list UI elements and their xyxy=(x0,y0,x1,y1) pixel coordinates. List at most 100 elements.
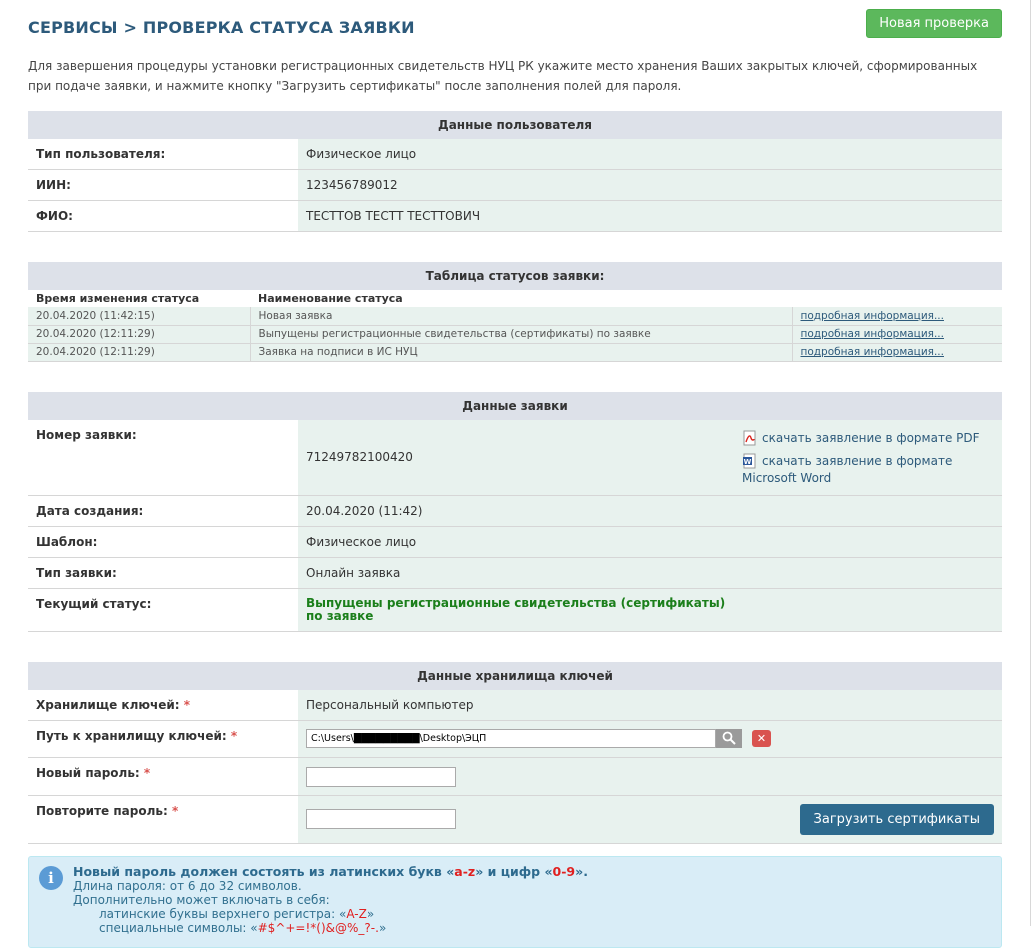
request-data-table: Данные заявки Номер заявки: 712497821004… xyxy=(28,391,1002,632)
col-header-time: Время изменения статуса xyxy=(28,290,250,307)
required-mark: * xyxy=(171,803,179,818)
info-line-2: Длина пароля: от 6 до 32 символов. xyxy=(73,878,302,893)
user-data-table: Данные пользователя Тип пользователя: Фи… xyxy=(28,111,1002,232)
download-word-link[interactable]: W скачать заявление в формате Microsoft … xyxy=(742,453,994,487)
status-detail-link[interactable]: подробная информация... xyxy=(801,310,944,322)
pdf-icon xyxy=(743,430,756,446)
keystore-table: Данные хранилища ключей Хранилище ключей… xyxy=(28,661,1002,844)
keystore-title: Данные хранилища ключей xyxy=(28,661,1002,690)
status-detail-cell: подробная информация... xyxy=(792,343,1002,362)
info-text: Новый пароль должен состоять из латински… xyxy=(73,863,455,879)
table-row: ФИО: ТЕСТТОВ ТЕСТТ ТЕСТТОВИЧ xyxy=(28,200,1002,232)
info-line-4: латинские буквы верхнего регистра: «A-Z» xyxy=(73,907,991,921)
current-status-label: Текущий статус: xyxy=(28,588,298,632)
info-highlight: a-z xyxy=(454,863,476,879)
table-row: Повторите пароль: * Загрузить сертификат… xyxy=(28,795,1002,844)
status-time: 20.04.2020 (11:42:15) xyxy=(28,307,251,326)
download-pdf-link[interactable]: скачать заявление в формате PDF xyxy=(742,430,994,447)
required-mark: * xyxy=(143,765,151,780)
storage-label-cell: Хранилище ключей: * xyxy=(28,689,298,721)
path-field-group: ✕ xyxy=(306,728,771,748)
col-header-link xyxy=(792,290,1002,307)
page: СЕРВИСЫ > ПРОВЕРКА СТАТУСА ЗАЯВКИ Новая … xyxy=(0,0,1031,948)
required-mark: * xyxy=(183,697,191,712)
user-type-label: Тип пользователя: xyxy=(28,139,298,170)
user-data-title: Данные пользователя xyxy=(28,111,1002,139)
download-cell: скачать заявление в формате PDF W скачат… xyxy=(734,419,1002,496)
status-name: Новая заявка xyxy=(250,307,793,326)
path-label: Путь к хранилищу ключей: xyxy=(36,728,227,743)
info-icon: i xyxy=(39,865,63,890)
table-row: Дата создания: 20.04.2020 (11:42) xyxy=(28,495,1002,527)
repeat-password-label-cell: Повторите пароль: * xyxy=(28,795,298,844)
table-row: Путь к хранилищу ключей: * ✕ xyxy=(28,720,1002,758)
new-check-button[interactable]: Новая проверка xyxy=(866,9,1002,38)
info-text: латинские буквы верхнего регистра: « xyxy=(99,906,347,921)
info-text: » xyxy=(366,906,375,921)
table-row: Текущий статус: Выпущены регистрационные… xyxy=(28,588,1002,632)
new-password-label: Новый пароль: xyxy=(36,765,140,780)
storage-value: Персональный компьютер xyxy=(298,689,1002,721)
template-label: Шаблон: xyxy=(28,526,298,558)
repeat-password-input[interactable] xyxy=(306,808,456,829)
fio-label: ФИО: xyxy=(28,200,298,232)
current-status-value: Выпущены регистрационные свидетельства (… xyxy=(306,595,726,623)
table-row: ИИН: 123456789012 xyxy=(28,169,1002,201)
info-text: специальные символы: « xyxy=(99,920,258,935)
clear-path-button[interactable]: ✕ xyxy=(752,729,771,747)
upload-certificates-button[interactable]: Загрузить сертификаты xyxy=(799,803,994,835)
table-row: Новый пароль: * xyxy=(28,757,1002,796)
new-password-input[interactable] xyxy=(306,766,456,787)
search-icon xyxy=(722,731,736,745)
status-detail-cell: подробная информация... xyxy=(792,325,1002,344)
info-line-3: Дополнительно может включать в себя: xyxy=(73,892,330,907)
download-word-label: скачать заявление в формате Microsoft Wo… xyxy=(742,453,953,485)
status-detail-link[interactable]: подробная информация... xyxy=(801,346,944,358)
info-line-1: Новый пароль должен состоять из латински… xyxy=(73,863,991,879)
template-value: Физическое лицо xyxy=(298,526,1002,558)
repeat-password-cell: Загрузить сертификаты xyxy=(298,795,1002,844)
table-row: Тип пользователя: Физическое лицо xyxy=(28,139,1002,170)
status-table: Время изменения статуса Наименование ста… xyxy=(28,290,1002,362)
iin-value: 123456789012 xyxy=(298,169,1002,201)
password-info-box: i Новый пароль должен состоять из латинс… xyxy=(28,855,1002,948)
page-title: СЕРВИСЫ > ПРОВЕРКА СТАТУСА ЗАЯВКИ xyxy=(28,18,415,37)
table-row: Шаблон: Физическое лицо xyxy=(28,526,1002,558)
iin-label: ИИН: xyxy=(28,169,298,201)
keystore-path-input[interactable] xyxy=(306,728,716,748)
request-data-title: Данные заявки xyxy=(28,391,1002,420)
path-label-cell: Путь к хранилищу ключей: * xyxy=(28,720,298,758)
status-table-title: Таблица статусов заявки: xyxy=(28,262,1002,290)
info-text: » xyxy=(378,920,387,935)
download-pdf-label: скачать заявление в формате PDF xyxy=(762,430,980,445)
new-password-cell xyxy=(298,757,1002,796)
header: СЕРВИСЫ > ПРОВЕРКА СТАТУСА ЗАЯВКИ Новая … xyxy=(28,0,1002,55)
request-type-value: Онлайн заявка xyxy=(298,557,1002,589)
current-status-cell: Выпущены регистрационные свидетельства (… xyxy=(298,588,1002,632)
status-name: Выпущены регистрационные свидетельства (… xyxy=(250,325,793,344)
table-row: 20.04.2020 (12:11:29) Выпущены регистрац… xyxy=(28,325,1002,344)
user-type-value: Физическое лицо xyxy=(298,139,1002,170)
status-time: 20.04.2020 (12:11:29) xyxy=(28,325,251,344)
status-time: 20.04.2020 (12:11:29) xyxy=(28,343,251,362)
storage-label: Хранилище ключей: xyxy=(36,697,180,712)
table-row: 20.04.2020 (12:11:29) Заявка на подписи … xyxy=(28,343,1002,362)
info-line-5: специальные символы: «#$^+=!*()&@%_?-.» xyxy=(73,921,991,935)
status-detail-link[interactable]: подробная информация... xyxy=(801,328,944,340)
path-cell: ✕ xyxy=(298,720,1002,758)
info-text: ». xyxy=(575,863,588,879)
info-highlight: 0-9 xyxy=(552,863,576,879)
word-icon: W xyxy=(743,453,756,469)
status-name: Заявка на подписи в ИС НУЦ xyxy=(250,343,793,362)
required-mark: * xyxy=(230,728,238,743)
request-type-label: Тип заявки: xyxy=(28,557,298,589)
table-row: Номер заявки: 71249782100420 скачать зая… xyxy=(28,419,1002,496)
status-table-block: Таблица статусов заявки: xyxy=(28,262,1002,290)
browse-button[interactable] xyxy=(716,728,742,748)
close-icon: ✕ xyxy=(756,731,767,745)
table-row: 20.04.2020 (11:42:15) Новая заявка подро… xyxy=(28,307,1002,326)
col-header-name: Наименование статуса xyxy=(250,290,792,307)
table-row: Тип заявки: Онлайн заявка xyxy=(28,557,1002,589)
